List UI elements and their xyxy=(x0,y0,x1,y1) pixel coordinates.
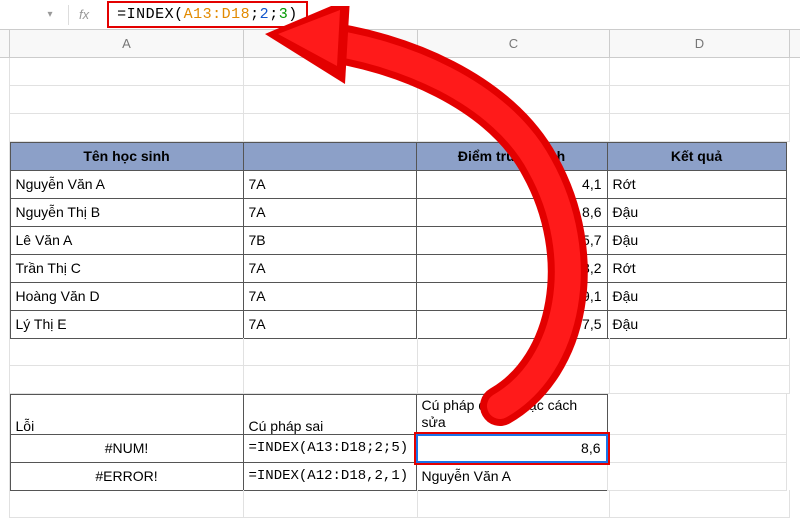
cell-score[interactable]: 8,6 xyxy=(416,198,608,227)
cell-score[interactable]: 3,2 xyxy=(416,254,608,283)
cell[interactable] xyxy=(610,366,790,394)
cell-name[interactable]: Hoàng Văn D xyxy=(10,282,244,311)
cell[interactable] xyxy=(244,338,418,366)
formula-input[interactable]: =INDEX(A13:D18;2;3) xyxy=(107,1,308,28)
cell-class[interactable]: 7A xyxy=(243,254,417,283)
cell-class[interactable]: 7A xyxy=(243,198,417,227)
table-row: Lý Thị E 7A 7,5 Đậu xyxy=(0,310,800,338)
cell[interactable] xyxy=(610,338,790,366)
table-row: Nguyễn Thị B 7A 8,6 Đậu xyxy=(0,198,800,226)
cell-name[interactable]: Nguyễn Văn A xyxy=(10,170,244,199)
cell[interactable] xyxy=(418,490,610,518)
cell[interactable] xyxy=(244,58,418,86)
table-row: #NUM! =INDEX(A13:D18;2;5) 8,6 xyxy=(0,434,800,462)
cell[interactable] xyxy=(418,366,610,394)
cell-score[interactable]: 4,1 xyxy=(416,170,608,199)
cell-class[interactable]: 7A xyxy=(243,310,417,339)
cell-score[interactable]: 9,1 xyxy=(416,282,608,311)
table2-header-row: Lỗi Cú pháp sai Cú pháp đúng hoặc cách s… xyxy=(0,394,800,434)
cell[interactable] xyxy=(607,434,787,463)
cell[interactable] xyxy=(244,366,418,394)
cell[interactable] xyxy=(244,114,418,142)
col-header-c[interactable]: C xyxy=(418,30,610,57)
spreadsheet-grid[interactable]: Tên học sinh Điểm trung bình Kết quả Ngu… xyxy=(0,58,800,518)
cell-name[interactable]: Lý Thị E xyxy=(10,310,244,339)
col-header-a[interactable]: A xyxy=(10,30,244,57)
cell-score[interactable]: 7,5 xyxy=(416,310,608,339)
cell-score[interactable]: 5,7 xyxy=(416,226,608,255)
cell-class[interactable]: 7B xyxy=(243,226,417,255)
col-lop[interactable] xyxy=(243,142,417,171)
cell[interactable] xyxy=(10,58,244,86)
col-header-b[interactable]: B xyxy=(244,30,418,57)
cell-class[interactable]: 7A xyxy=(243,282,417,311)
divider xyxy=(68,5,69,25)
col-diem-tb[interactable]: Điểm trung bình xyxy=(416,142,608,171)
cell[interactable] xyxy=(610,86,790,114)
fx-label: fx xyxy=(79,7,89,22)
cell[interactable] xyxy=(10,490,244,518)
cell-bad-syntax[interactable]: =INDEX(A12:D18,2,1) xyxy=(243,462,417,491)
table-row: Lê Văn A 7B 5,7 Đậu xyxy=(0,226,800,254)
cell-fix[interactable]: Nguyễn Văn A xyxy=(416,462,608,491)
cell-error[interactable]: #NUM! xyxy=(10,434,244,463)
cell[interactable] xyxy=(418,58,610,86)
col-cu-phap-dung[interactable]: Cú pháp đúng hoặc cách sửa xyxy=(416,394,608,435)
col-loi[interactable]: Lỗi xyxy=(10,394,244,435)
cell[interactable] xyxy=(610,114,790,142)
cell-result[interactable]: Đậu xyxy=(607,310,787,339)
cell[interactable] xyxy=(10,366,244,394)
cell[interactable] xyxy=(418,338,610,366)
table-row: Hoàng Văn D 7A 9,1 Đậu xyxy=(0,282,800,310)
cell-result[interactable]: Đậu xyxy=(607,282,787,311)
col-ket-qua[interactable]: Kết quả xyxy=(607,142,787,171)
cell[interactable] xyxy=(418,114,610,142)
cell[interactable] xyxy=(10,338,244,366)
col-cu-phap-sai[interactable]: Cú pháp sai xyxy=(243,394,417,435)
cell[interactable] xyxy=(610,490,790,518)
cell[interactable] xyxy=(244,490,418,518)
cell[interactable] xyxy=(10,86,244,114)
table-row: Nguyễn Văn A 7A 4,1 Rớt xyxy=(0,170,800,198)
cell[interactable] xyxy=(607,394,787,435)
cell[interactable] xyxy=(244,86,418,114)
cell[interactable] xyxy=(607,462,787,491)
cell-name[interactable]: Trần Thị C xyxy=(10,254,244,283)
col-ten-hoc-sinh[interactable]: Tên học sinh xyxy=(10,142,244,171)
cell[interactable] xyxy=(418,86,610,114)
table-row: Trần Thị C 7A 3,2 Rớt xyxy=(0,254,800,282)
cell-error[interactable]: #ERROR! xyxy=(10,462,244,491)
formula-bar: ▾ fx =INDEX(A13:D18;2;3) xyxy=(0,0,800,30)
table-header-row: Tên học sinh Điểm trung bình Kết quả xyxy=(0,142,800,170)
col-header-d[interactable]: D xyxy=(610,30,790,57)
cell-result[interactable]: Đậu xyxy=(607,198,787,227)
table-row: #ERROR! =INDEX(A12:D18,2,1) Nguyễn Văn A xyxy=(0,462,800,490)
cell[interactable] xyxy=(10,114,244,142)
cell-name[interactable]: Nguyễn Thị B xyxy=(10,198,244,227)
cell-result[interactable]: Đậu xyxy=(607,226,787,255)
name-box-dropdown-icon[interactable]: ▾ xyxy=(42,7,58,23)
cell-result[interactable]: Rớt xyxy=(607,170,787,199)
cell-bad-syntax[interactable]: =INDEX(A13:D18;2;5) xyxy=(243,434,417,463)
cell[interactable] xyxy=(610,58,790,86)
cell-name[interactable]: Lê Văn A xyxy=(10,226,244,255)
cell-class[interactable]: 7A xyxy=(243,170,417,199)
column-headers: A B C D xyxy=(0,30,800,58)
active-cell[interactable]: 8,6 xyxy=(416,434,608,463)
cell-result[interactable]: Rớt xyxy=(607,254,787,283)
